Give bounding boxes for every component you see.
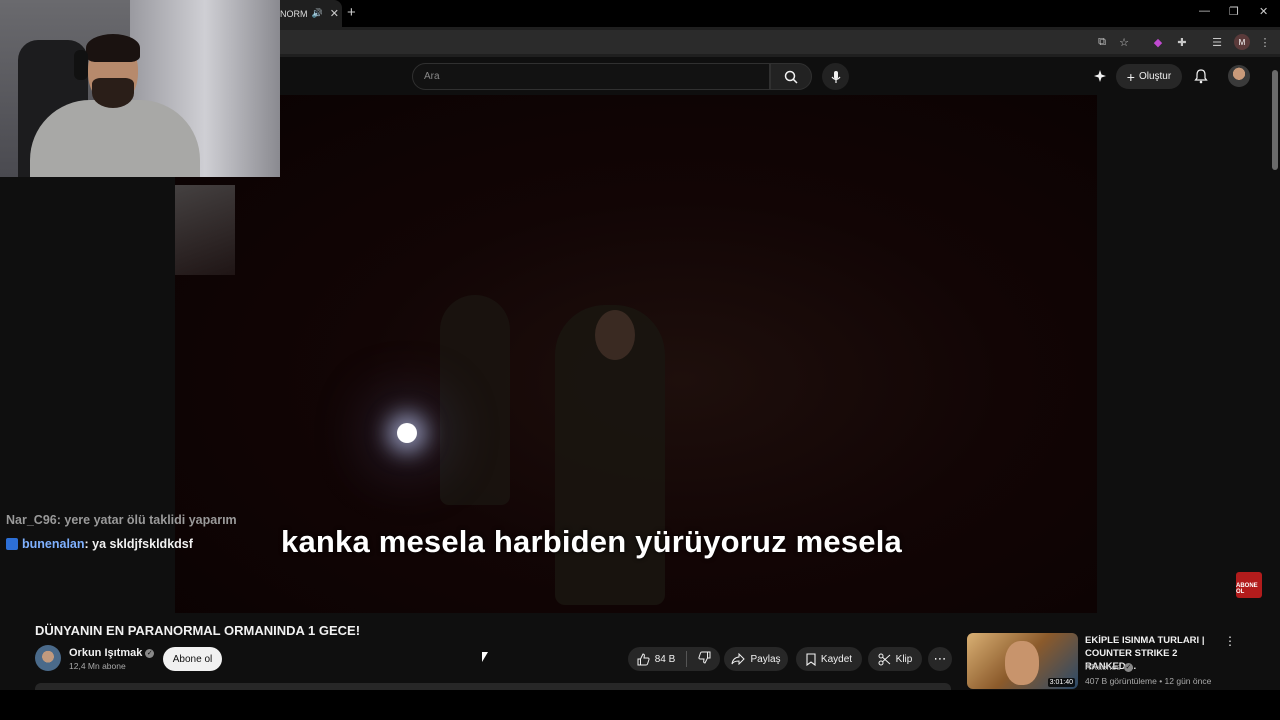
recommended-channel[interactable]: RRaenee ✓ <box>1085 662 1133 672</box>
stream-chat-overlay: Nar_C96 : yere yatar ölü taklidi yaparım… <box>6 508 237 556</box>
chat-message: Nar_C96 : yere yatar ölü taklidi yaparım <box>6 508 237 532</box>
chat-message: bunenalan : ya skldjfskldkdsf <box>6 532 237 556</box>
like-button[interactable]: 84 B <box>637 652 676 666</box>
subscribe-button[interactable]: Abone ol <box>163 647 222 671</box>
bookmark-star-icon[interactable]: ☆ <box>1116 34 1132 50</box>
kebab-menu-icon[interactable]: ⋮ <box>1224 634 1236 648</box>
save-button[interactable]: Kaydet <box>796 647 862 671</box>
kebab-menu-icon[interactable]: ⋮ <box>1257 34 1273 50</box>
sparkle-icon[interactable] <box>1091 67 1109 85</box>
video-title: DÜNYANIN EN PARANORMAL ORMANINDA 1 GECE! <box>35 623 361 638</box>
share-button[interactable]: Paylaş <box>724 647 788 671</box>
channel-name-text: Orkun Işıtmak <box>69 647 143 659</box>
subscribe-badge-overlay: ABONE OL <box>1236 572 1262 598</box>
new-tab-icon[interactable]: + <box>347 4 356 21</box>
speaker-icon[interactable]: 🔊 <box>312 8 323 19</box>
like-count: 84 B <box>654 653 676 665</box>
chat-text: : yere yatar ölü taklidi yaparım <box>56 513 237 527</box>
voice-search-button[interactable] <box>822 63 849 90</box>
verified-check-icon: ✓ <box>1123 662 1133 672</box>
minimize-icon[interactable]: — <box>1199 5 1210 17</box>
dislike-button[interactable] <box>698 651 711 667</box>
create-label: Oluştur <box>1138 71 1172 82</box>
webcam-overlay <box>0 0 280 177</box>
bottom-bar <box>0 690 1280 720</box>
close-window-icon[interactable]: ✕ <box>1259 5 1268 18</box>
profile-avatar[interactable]: M <box>1234 34 1250 50</box>
video-frame-detail <box>175 185 235 275</box>
search-input[interactable]: Ara <box>412 63 770 90</box>
search-button[interactable] <box>770 63 812 90</box>
plus-icon: + <box>1126 68 1135 85</box>
scrollbar-thumb[interactable] <box>1272 70 1278 170</box>
browser-tab[interactable]: NORM 🔊 ✕ <box>280 0 342 27</box>
thumbs-down-icon <box>698 651 711 664</box>
recommended-video-stats: 407 B görüntüleme • 12 gün önce <box>1085 676 1212 686</box>
video-duration: 3:01:40 <box>1047 678 1075 687</box>
video-subtitle: kanka mesela harbiden yürüyoruz mesela <box>281 524 902 559</box>
save-label: Kaydet <box>820 653 853 665</box>
flashlight-glow <box>397 423 417 443</box>
thumbnail-face <box>1005 641 1039 685</box>
account-avatar[interactable] <box>1228 65 1250 87</box>
recommended-video-thumbnail[interactable]: 3:01:40 <box>967 633 1078 689</box>
chat-badge-icon <box>6 538 18 550</box>
webcam-streamer-hair <box>86 34 140 62</box>
video-person-head <box>595 310 635 360</box>
like-dislike-group: 84 B <box>628 647 720 671</box>
recommended-channel-name: RRaenee <box>1085 662 1121 672</box>
side-panel <box>1097 95 1269 613</box>
notifications-bell-icon[interactable] <box>1192 67 1210 85</box>
tab-title: NORM <box>280 8 308 19</box>
channel-name[interactable]: Orkun Işıtmak ✓ <box>69 647 155 659</box>
clip-label: Klip <box>895 653 913 665</box>
mic-icon <box>831 70 840 83</box>
share-icon <box>731 653 746 665</box>
thumbs-up-icon <box>637 652 650 665</box>
chat-username: Nar_C96 <box>6 513 57 527</box>
bookmark-icon <box>806 652 816 666</box>
webcam-streamer-beard <box>92 78 134 108</box>
chat-text: : ya skldjfskldkdsf <box>84 537 193 551</box>
channel-avatar[interactable] <box>35 645 61 671</box>
headset-icon <box>74 50 88 80</box>
extensions-puzzle-icon[interactable]: ✚ <box>1174 34 1190 50</box>
subscriber-count: 12,4 Mn abone <box>69 661 126 671</box>
verified-check-icon: ✓ <box>145 648 155 658</box>
video-person-left <box>440 295 510 505</box>
more-actions-button[interactable]: ⋯ <box>928 647 952 671</box>
restore-icon[interactable]: ❐ <box>1229 5 1239 18</box>
mouse-cursor-icon <box>482 652 488 662</box>
more-horizontal-icon: ⋯ <box>933 651 947 666</box>
chat-username: bunenalan <box>22 537 85 551</box>
search-icon <box>784 70 798 84</box>
clip-button[interactable]: Klip <box>868 647 922 671</box>
share-label: Paylaş <box>750 653 781 665</box>
webcam-streamer-body <box>30 100 200 177</box>
create-button[interactable]: + Oluştur <box>1116 64 1182 89</box>
install-app-icon[interactable]: ⧉ <box>1094 34 1110 50</box>
scissors-icon <box>878 653 890 665</box>
like-separator <box>686 651 688 667</box>
close-tab-icon[interactable]: ✕ <box>330 7 339 20</box>
media-control-icon[interactable]: ☰ <box>1209 34 1225 50</box>
extension-app-icon[interactable]: ◆ <box>1150 34 1166 50</box>
